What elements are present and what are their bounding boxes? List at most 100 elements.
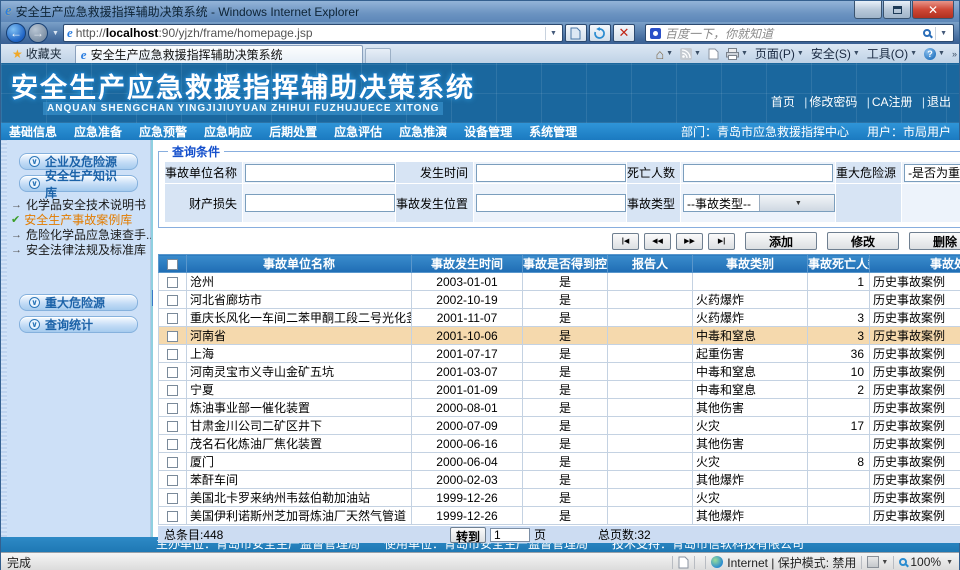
- row-checkbox[interactable]: [167, 385, 178, 396]
- cell-category: 中毒和窒息: [693, 327, 808, 345]
- zone-indicator[interactable]: Internet | 保护模式: 禁用: [711, 554, 856, 570]
- sidebar-group-1[interactable]: ∨安全生产知识库: [19, 175, 138, 192]
- row-checkbox[interactable]: [167, 295, 178, 306]
- address-bar[interactable]: e http://localhost:90/yjzh/frame/homepag…: [63, 24, 563, 42]
- first-page-button[interactable]: |◀: [612, 233, 639, 250]
- row-checkbox[interactable]: [167, 349, 178, 360]
- row-checkbox[interactable]: [167, 511, 178, 522]
- nav-item-3[interactable]: 应急响应: [204, 123, 252, 140]
- browser-tab[interactable]: e 安全生产应急救援指挥辅助决策系统: [75, 45, 363, 63]
- prev-page-button[interactable]: ◀◀: [644, 233, 671, 250]
- address-dropdown-icon[interactable]: ▼: [545, 27, 559, 40]
- header-link-3[interactable]: 退出: [927, 95, 951, 109]
- check-icon: ✔: [11, 213, 20, 226]
- compatibility-view-button[interactable]: [565, 24, 587, 42]
- favorites-button[interactable]: ★ 收藏夹: [5, 45, 69, 62]
- goto-page-button[interactable]: 转到: [450, 527, 486, 543]
- cell-category: 其他爆炸: [693, 507, 808, 525]
- maximize-button[interactable]: [883, 1, 911, 19]
- row-checkbox[interactable]: [167, 367, 178, 378]
- unit-name-input[interactable]: [245, 164, 395, 182]
- zoom-control[interactable]: 100% ▼: [899, 555, 953, 569]
- add-button[interactable]: 添加: [745, 232, 817, 250]
- row-checkbox[interactable]: [167, 313, 178, 324]
- last-page-button[interactable]: ▶|: [708, 233, 735, 250]
- accident-type-select[interactable]: --事故类型--▼: [683, 194, 835, 212]
- nav-item-6[interactable]: 应急推演: [399, 123, 447, 140]
- refresh-button[interactable]: [589, 24, 611, 42]
- row-checkbox[interactable]: [167, 277, 178, 288]
- sidebar-item-1-0[interactable]: →化学品安全技术说明书: [11, 197, 150, 212]
- new-tab-button[interactable]: [365, 48, 391, 63]
- nav-item-5[interactable]: 应急评估: [334, 123, 382, 140]
- cell-status: 历史事故案例: [870, 381, 960, 399]
- select-all-checkbox[interactable]: [167, 259, 178, 270]
- tools-menu[interactable]: 工具(O)▼: [867, 45, 917, 62]
- row-checkbox[interactable]: [167, 493, 178, 504]
- back-button[interactable]: ←: [6, 23, 26, 43]
- loss-input[interactable]: [245, 194, 395, 212]
- zoom-level: 100%: [910, 555, 941, 569]
- nav-item-7[interactable]: 设备管理: [464, 123, 512, 140]
- cell-category: 其他伤害: [693, 399, 808, 417]
- row-checkbox[interactable]: [167, 331, 178, 342]
- row-checkbox[interactable]: [167, 421, 178, 432]
- header-link-0[interactable]: 首页: [771, 95, 795, 109]
- sidebar-group-2[interactable]: ∨重大危险源: [19, 294, 138, 311]
- row-checkbox[interactable]: [167, 403, 178, 414]
- danger-select[interactable]: -是否为重大危险源-▼: [904, 164, 960, 182]
- stop-button[interactable]: ✕: [613, 24, 635, 42]
- header-link-2[interactable]: CA注册: [872, 95, 913, 109]
- deaths-input[interactable]: [683, 164, 833, 182]
- next-page-button[interactable]: ▶▶: [676, 233, 703, 250]
- occur-time-input[interactable]: [476, 164, 626, 182]
- cell-reporter: [608, 507, 693, 525]
- cell-date: 2000-02-03: [412, 471, 523, 489]
- security-report-button[interactable]: ▼: [867, 556, 888, 568]
- sidebar-group-3[interactable]: ∨查询统计: [19, 316, 138, 333]
- navigation-bar: ← → ▼ e http://localhost:90/yjzh/frame/h…: [1, 22, 959, 44]
- sidebar-item-1-3[interactable]: →安全法律法规及标准库: [11, 242, 150, 257]
- sidebar-item-1-2[interactable]: →危险化学品应急速查手...: [11, 227, 150, 242]
- location-input[interactable]: [476, 194, 626, 212]
- nav-item-2[interactable]: 应急预警: [139, 123, 187, 140]
- search-box[interactable]: 百度一下，你就知道 ▼: [645, 24, 954, 42]
- page-status-icon: [678, 556, 689, 569]
- nav-item-4[interactable]: 后期处置: [269, 123, 317, 140]
- home-button[interactable]: ⌂▼: [656, 48, 673, 60]
- close-button[interactable]: ✕: [912, 1, 954, 19]
- query-panel: 查询条件 事故单位名称 发生时间 死亡人数 重大危险源 -是否为重大危险源-▼: [158, 143, 960, 228]
- safety-menu[interactable]: 安全(S)▼: [811, 45, 860, 62]
- modify-button[interactable]: 修改: [827, 232, 899, 250]
- cell-reporter: [608, 471, 693, 489]
- row-checkbox[interactable]: [167, 457, 178, 468]
- row-checkbox[interactable]: [167, 475, 178, 486]
- command-overflow-icon[interactable]: »: [952, 49, 955, 59]
- table-row: 甘肃金川公司二矿区井下2000-07-09是火灾17历史事故案例: [159, 417, 960, 435]
- chevron-circle-icon: ∨: [29, 156, 40, 167]
- page-menu[interactable]: 页面(P)▼: [755, 45, 804, 62]
- feeds-button[interactable]: ▼: [680, 48, 701, 60]
- page-number-input[interactable]: [490, 528, 530, 542]
- row-checkbox[interactable]: [167, 439, 178, 450]
- help-button[interactable]: ?▼: [924, 48, 945, 60]
- search-dropdown-icon[interactable]: ▼: [935, 27, 949, 40]
- search-icon[interactable]: [923, 29, 931, 37]
- nav-item-1[interactable]: 应急准备: [74, 123, 122, 140]
- status-bar: 完成 Internet | 保护模式: 禁用 ▼ 100% ▼: [1, 552, 959, 570]
- tab-title: 安全生产应急救援指挥辅助决策系统: [91, 46, 283, 63]
- minimize-button[interactable]: [854, 1, 882, 19]
- forward-button[interactable]: →: [28, 23, 48, 43]
- delete-button[interactable]: 删除: [909, 232, 960, 250]
- nav-item-8[interactable]: 系统管理: [529, 123, 577, 140]
- sidebar-item-1-1[interactable]: ✔安全生产事故案例库: [11, 212, 150, 227]
- header-link-1[interactable]: 修改密码: [809, 95, 857, 109]
- nav-item-0[interactable]: 基础信息: [9, 123, 57, 140]
- arrow-right-icon: →: [11, 244, 22, 256]
- cell-status: 历史事故案例: [870, 435, 960, 453]
- read-mail-button[interactable]: [708, 48, 719, 60]
- print-button[interactable]: ▼: [726, 48, 748, 60]
- header-links: 首页 |修改密码 |CA注册 |退出: [771, 93, 951, 110]
- history-dropdown-icon[interactable]: ▼: [50, 30, 61, 37]
- cell-status: 历史事故案例: [870, 273, 960, 291]
